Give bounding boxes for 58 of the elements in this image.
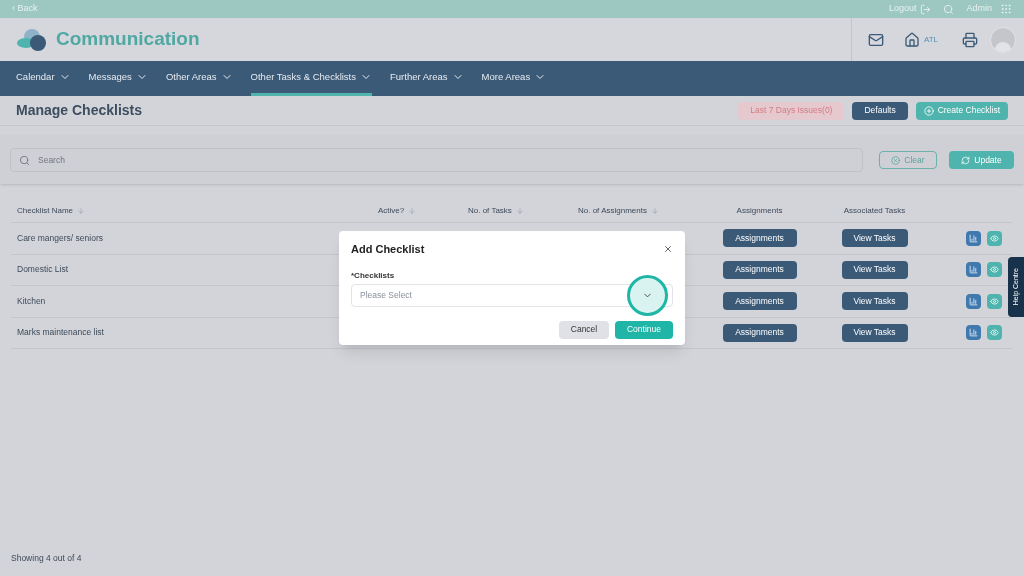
view-tasks-button[interactable]: View Tasks	[841, 323, 908, 342]
column-header[interactable]: Active?	[378, 205, 405, 217]
chart-icon[interactable]	[966, 230, 981, 246]
assignments-button[interactable]: Assignments	[722, 323, 797, 342]
eye-icon[interactable]	[987, 293, 1002, 309]
nav-tab[interactable]: Calendar	[16, 61, 71, 96]
plus-circle-icon	[923, 105, 934, 116]
view-tasks-button[interactable]: View Tasks	[841, 292, 908, 311]
dialog-title: Add Checklist	[351, 242, 425, 257]
view-tasks-button[interactable]: View Tasks	[841, 260, 908, 279]
focus-ring[interactable]	[627, 274, 668, 316]
print-icon[interactable]	[962, 31, 978, 48]
checklist-name: Marks maintenance list	[17, 327, 104, 338]
mail-icon[interactable]	[867, 31, 884, 48]
assignments-button[interactable]: Assignments	[722, 260, 797, 279]
search-icon[interactable]	[943, 3, 955, 15]
checklist-name: Domestic List	[17, 264, 68, 275]
nav-tab[interactable]: Messages	[88, 61, 148, 96]
column-header: Associated Tasks	[843, 205, 906, 217]
checklist-name: Care mangers/ seniors	[17, 232, 103, 243]
field-label: *Checklists	[351, 269, 396, 282]
eye-icon[interactable]	[987, 325, 1002, 341]
column-header: Assignments	[736, 205, 783, 217]
cancel-button[interactable]: Cancel	[559, 320, 609, 339]
apps-icon[interactable]	[1000, 3, 1012, 15]
assignments-button[interactable]: Assignments	[722, 292, 797, 311]
sort-arrow-icon[interactable]	[515, 207, 524, 215]
results-count: Showing 4 out of 4	[11, 551, 82, 565]
column-header[interactable]: No. of Tasks	[468, 205, 512, 217]
home-icon[interactable]	[903, 31, 920, 48]
search-icon	[19, 154, 30, 166]
column-header[interactable]: Checklist Name	[17, 205, 73, 217]
eye-icon[interactable]	[987, 262, 1002, 278]
checklist-name: Kitchen	[17, 295, 46, 306]
eye-icon[interactable]	[987, 230, 1002, 246]
column-header[interactable]: No. of Assignments	[578, 205, 647, 217]
nav-tab[interactable]: Other Areas	[165, 61, 233, 96]
logout-icon[interactable]	[920, 3, 932, 15]
chart-icon[interactable]	[966, 325, 981, 341]
view-tasks-button[interactable]: View Tasks	[841, 229, 908, 248]
clear-icon	[891, 155, 901, 165]
logo-icon	[16, 27, 48, 52]
sort-arrow-icon[interactable]	[408, 207, 417, 215]
defaults-button[interactable]: Defaults	[852, 101, 908, 120]
chart-icon[interactable]	[966, 262, 981, 278]
nav-tab[interactable]: More Areas	[481, 61, 547, 96]
nav-tab[interactable]: Further Areas	[390, 61, 464, 96]
assignments-button[interactable]: Assignments	[722, 229, 797, 248]
site-code: ATL	[923, 33, 938, 46]
nav-tab[interactable]: Other Tasks & Checklists	[250, 61, 372, 96]
sort-arrow-icon[interactable]	[650, 207, 659, 215]
page-title: Manage Checklists	[16, 101, 143, 120]
refresh-icon	[961, 155, 971, 165]
close-icon[interactable]	[663, 244, 673, 255]
sort-arrow-icon[interactable]	[77, 207, 85, 215]
app-title: Communication	[56, 27, 200, 52]
avatar[interactable]	[990, 26, 1016, 53]
chart-icon[interactable]	[966, 293, 981, 309]
